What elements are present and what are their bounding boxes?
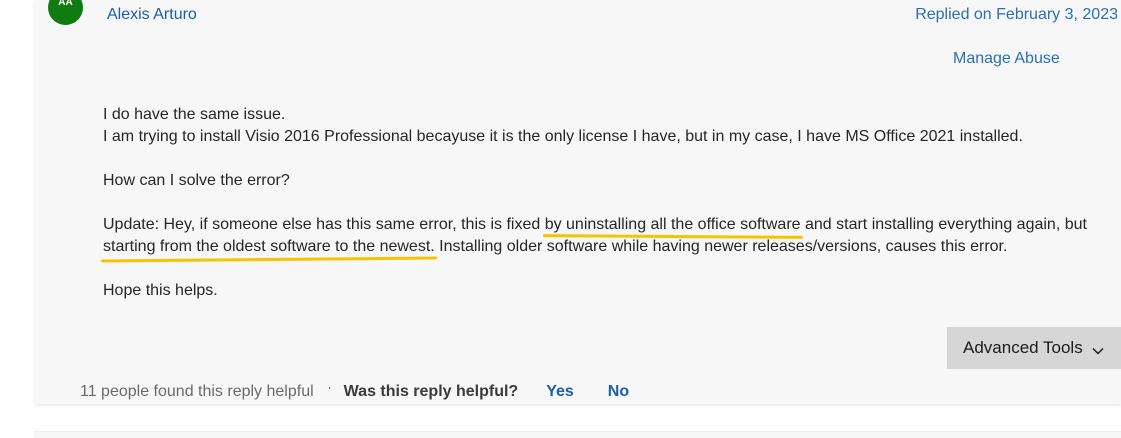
update-text: and start installing everything again, b… xyxy=(800,216,1087,233)
chevron-down-icon xyxy=(1092,342,1104,355)
advanced-tools-label: Advanced Tools xyxy=(963,338,1083,357)
avatar: AA xyxy=(48,0,83,25)
reply-card: AA Alexis Arturo Replied on February 3, … xyxy=(34,0,1121,404)
author-name-link[interactable]: Alexis Arturo xyxy=(107,6,197,24)
highlighted-text: by uninstalling all the office software xyxy=(544,216,801,233)
body-line: I am trying to install Visio 2016 Profes… xyxy=(103,128,1023,145)
update-text: Installing older software while having n… xyxy=(434,238,1008,255)
body-line: How can I solve the error? xyxy=(103,172,290,189)
manage-abuse-link[interactable]: Manage Abuse xyxy=(953,50,1060,68)
helpful-count: 11 people found this reply helpful xyxy=(80,383,314,400)
body-line: I do have the same issue. xyxy=(103,106,286,123)
update-paragraph: Update: Hey, if someone else has this sa… xyxy=(103,214,1121,258)
no-button[interactable]: No xyxy=(608,383,629,401)
advanced-tools-button[interactable]: Advanced Tools xyxy=(947,327,1121,369)
community-reply-page: AA Alexis Arturo Replied on February 3, … xyxy=(0,0,1121,438)
reply-footer: 11 people found this reply helpful · Was… xyxy=(80,380,629,403)
next-reply-card xyxy=(34,431,1121,438)
reply-date: Replied on February 3, 2023 xyxy=(915,6,1118,23)
update-text: Update: Hey, if someone else has this sa… xyxy=(103,216,545,233)
yes-button[interactable]: Yes xyxy=(546,383,574,401)
body-line: Hope this helps. xyxy=(103,282,218,299)
separator-dot: · xyxy=(327,380,332,394)
reply-body: I do have the same issue. I am trying to… xyxy=(103,104,1121,302)
highlighted-text: starting from the oldest software to the… xyxy=(103,238,435,255)
helpful-question: Was this reply helpful? xyxy=(343,383,519,400)
